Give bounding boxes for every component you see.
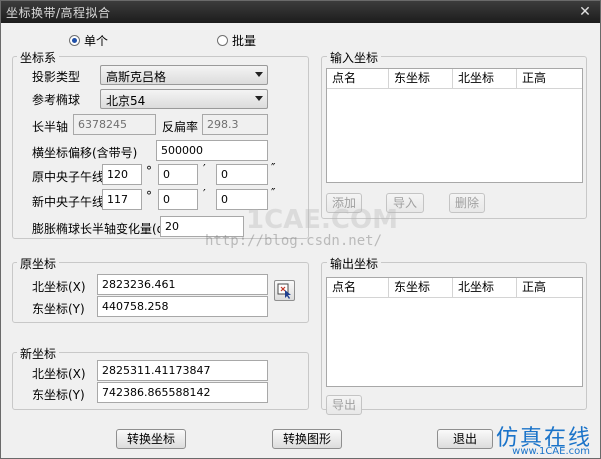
original-north-field[interactable]: 2823236.461 [97, 274, 268, 295]
column-header[interactable]: 北坐标 [453, 69, 517, 89]
second-mark: ″ [271, 161, 276, 175]
column-header[interactable]: 点名 [327, 278, 389, 298]
title-bar[interactable]: 坐标换带/高程拟合 ✕ [1, 1, 600, 23]
close-icon[interactable]: ✕ [574, 4, 596, 20]
semi-major-label: 长半轴 [32, 120, 69, 134]
projection-label: 投影类型 [32, 70, 81, 84]
output-coords-table[interactable]: 点名 东坐标 北坐标 正高 [326, 277, 583, 387]
convert-coords-button[interactable]: 转换坐标 [116, 429, 186, 449]
window-title: 坐标换带/高程拟合 [6, 6, 111, 20]
column-header[interactable]: 东坐标 [389, 69, 453, 89]
orig-meridian-deg-field[interactable]: 120 [102, 164, 142, 185]
export-button[interactable]: 导出 [326, 395, 362, 415]
branding-url: www.1CAE.com [512, 446, 590, 457]
batch-mode-radio[interactable]: 批量 [217, 32, 256, 49]
original-east-field[interactable]: 440758.258 [97, 296, 268, 317]
minute-mark: ′ [203, 187, 206, 201]
column-header[interactable]: 正高 [517, 69, 582, 89]
original-east-label: 东坐标(Y) [32, 302, 85, 316]
chevron-down-icon [255, 72, 263, 77]
dialog-window: 坐标换带/高程拟合 ✕ 单个 批量 坐标系 投影类型 高斯克吕格 参考椭球 北京… [0, 0, 601, 459]
radio-selected-icon [69, 35, 80, 46]
new-meridian-deg-field[interactable]: 117 [102, 189, 142, 210]
degree-mark: ° [146, 164, 152, 178]
expand-label: 膨胀椭球长半轴变化量(da) [32, 222, 177, 236]
pick-point-icon [277, 283, 291, 299]
input-coords-header: 点名 东坐标 北坐标 正高 [327, 69, 582, 89]
input-coords-title: 输入坐标 [327, 49, 382, 66]
projection-select[interactable]: 高斯克吕格 [100, 65, 268, 85]
semi-major-field[interactable]: 6378245 [73, 114, 156, 135]
original-coords-title: 原坐标 [17, 255, 60, 272]
second-mark: ″ [271, 186, 276, 200]
input-coords-table[interactable]: 点名 东坐标 北坐标 正高 [326, 68, 583, 183]
output-coords-header: 点名 东坐标 北坐标 正高 [327, 278, 582, 298]
new-east-label: 东坐标(Y) [32, 388, 85, 402]
convert-graphics-button[interactable]: 转换图形 [272, 429, 342, 449]
orig-meridian-min-field[interactable]: 0 [158, 164, 198, 185]
new-meridian-label: 新中央子午线 [32, 195, 105, 209]
column-header[interactable]: 北坐标 [453, 278, 517, 298]
minute-mark: ′ [203, 162, 206, 176]
ellipsoid-label: 参考椭球 [32, 93, 81, 107]
false-easting-field[interactable]: 500000 [156, 140, 268, 161]
pick-point-button[interactable] [274, 280, 295, 301]
original-north-label: 北坐标(X) [32, 280, 86, 294]
chevron-down-icon [255, 96, 263, 101]
flattening-label: 反扁率 [162, 120, 199, 134]
new-north-label: 北坐标(X) [32, 367, 86, 381]
exit-button[interactable]: 退出 [437, 429, 493, 449]
new-coords-title: 新坐标 [17, 345, 60, 362]
batch-mode-label: 批量 [232, 34, 257, 48]
delete-button[interactable]: 删除 [449, 193, 485, 213]
ellipsoid-value: 北京54 [106, 94, 146, 108]
column-header[interactable]: 东坐标 [389, 278, 453, 298]
false-easting-label: 横坐标偏移(含带号) [32, 146, 138, 160]
orig-meridian-label: 原中央子午线 [32, 170, 105, 184]
new-north-field[interactable]: 2825311.41173847 [97, 360, 268, 381]
new-east-field[interactable]: 742386.865588142 [97, 382, 268, 403]
ellipsoid-select[interactable]: 北京54 [100, 89, 268, 109]
degree-mark: ° [146, 189, 152, 203]
orig-meridian-sec-field[interactable]: 0 [216, 164, 268, 185]
output-coords-title: 输出坐标 [327, 255, 382, 272]
column-header[interactable]: 点名 [327, 69, 389, 89]
projection-value: 高斯克吕格 [106, 70, 167, 84]
coord-system-title: 坐标系 [17, 49, 60, 66]
watermark-logo: 1CAE.COM [246, 205, 398, 235]
column-header[interactable]: 正高 [517, 278, 582, 298]
radio-unselected-icon [217, 35, 228, 46]
watermark-url: http://blog.csdn.net/ [205, 233, 383, 249]
single-mode-label: 单个 [84, 34, 109, 48]
flattening-field[interactable]: 298.3 [202, 114, 268, 135]
new-meridian-min-field[interactable]: 0 [158, 189, 198, 210]
single-mode-radio[interactable]: 单个 [69, 32, 108, 49]
